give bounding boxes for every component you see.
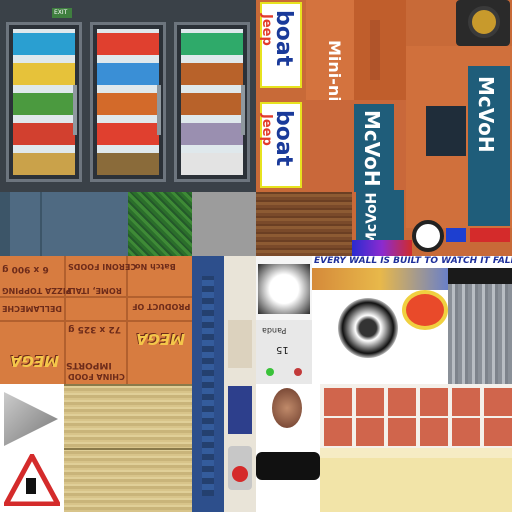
- sticker-strip-texture: [224, 256, 256, 512]
- banner-text: EVERY WALL IS BUILT TO WATCH IT FALL...: [314, 256, 512, 266]
- freezer-door-left: [6, 22, 82, 182]
- fur-texture: [256, 256, 312, 320]
- boat-logo-top: boat Jeep: [259, 2, 302, 88]
- van-lower-panel: McVoH: [306, 100, 406, 196]
- corrugated-metal-texture: [448, 284, 512, 384]
- wood-plank-texture: [64, 384, 192, 512]
- slogan-banner: EVERY WALL IS BUILT TO WATCH IT FALL...: [312, 256, 512, 268]
- boat-logo-bottom: boat Jeep: [259, 102, 302, 188]
- texture-atlas: EXIT boat Jeep boat Jeep Mini-nil McVoH …: [0, 0, 512, 512]
- grass-texture: [128, 192, 192, 256]
- concrete-texture: [192, 192, 256, 256]
- brick-texture: [320, 384, 512, 448]
- brand-panel-side: McVoH: [354, 104, 394, 192]
- freezer-door-middle: [90, 22, 166, 182]
- van-door-panel: [354, 0, 406, 100]
- brand-panel-rear: McVoH: [468, 66, 510, 226]
- road-works-sign-icon: [4, 454, 60, 506]
- freezer-door-right: [174, 22, 250, 182]
- warning-sign-texture: [0, 384, 64, 512]
- tire-icon: [456, 0, 510, 46]
- yellow-wall-texture: [320, 448, 512, 512]
- rust-texture: [256, 192, 352, 256]
- van-rear-panel: McVoH: [406, 46, 512, 228]
- exit-sign: EXIT: [52, 8, 72, 18]
- steering-wheel-icon: [412, 220, 444, 252]
- blue-wall-panel-texture: [0, 192, 128, 256]
- misc-texture-column: [256, 384, 320, 512]
- freezer-doors-texture: EXIT: [0, 0, 256, 192]
- graffiti-texture: [312, 268, 448, 384]
- blue-metal-strip-texture: [192, 256, 224, 512]
- panda-machine-texture: Panda 15: [256, 320, 312, 384]
- cardboard-box-texture: 6 x 900 g PIZZA TOPPING DELLAMECHE CERON…: [0, 256, 192, 384]
